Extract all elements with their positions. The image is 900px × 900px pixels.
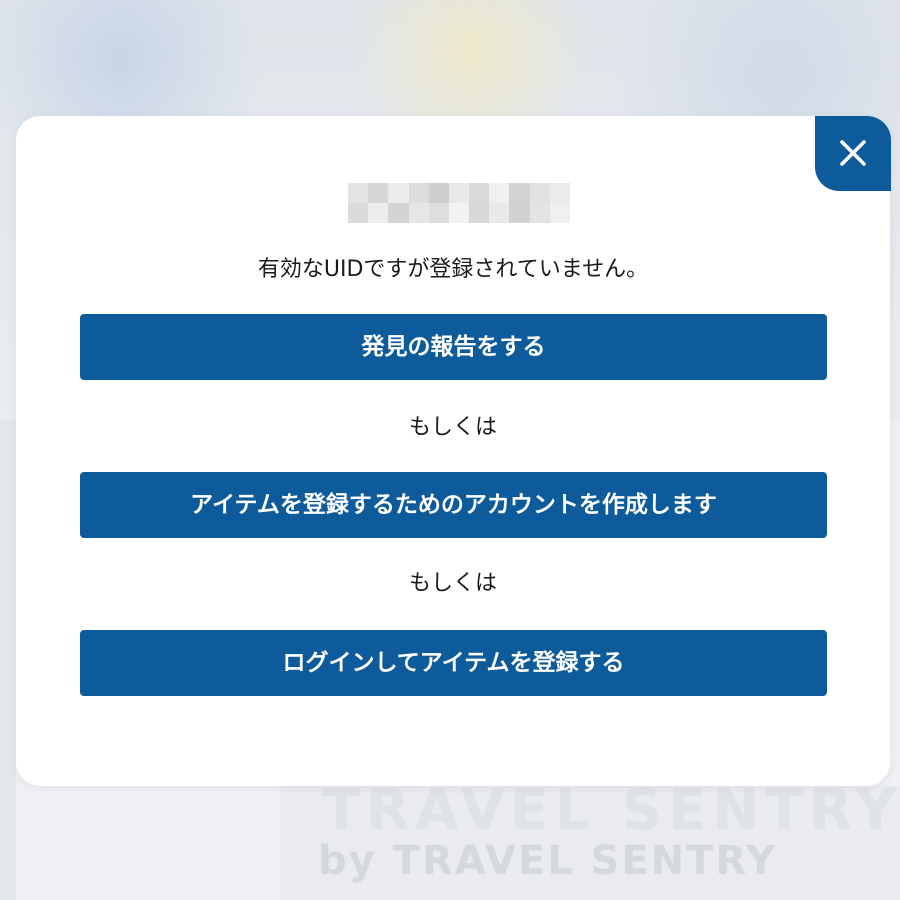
redaction-cell bbox=[368, 203, 389, 223]
redaction-cell bbox=[368, 183, 389, 203]
redaction-cell bbox=[388, 203, 409, 223]
redaction-cell bbox=[469, 183, 490, 203]
uid-redacted-value bbox=[348, 183, 570, 223]
close-button[interactable] bbox=[815, 116, 891, 191]
status-message: 有効なUIDですが登録されていません。 bbox=[257, 257, 649, 282]
create-account-button[interactable]: アイテムを登録するためのアカウントを作成します bbox=[80, 472, 827, 538]
close-icon bbox=[840, 140, 866, 166]
redaction-cell bbox=[529, 203, 550, 223]
redaction-cell bbox=[428, 203, 449, 223]
redaction-cell bbox=[549, 203, 570, 223]
redaction-cell bbox=[509, 203, 530, 223]
redaction-cell bbox=[448, 203, 470, 223]
redaction-cell bbox=[408, 183, 429, 203]
redaction-cell bbox=[489, 183, 510, 203]
login-register-button[interactable]: ログインしてアイテムを登録する bbox=[80, 630, 827, 696]
redaction-cell bbox=[408, 203, 429, 223]
redaction-cell bbox=[388, 183, 409, 203]
separator-text: もしくは bbox=[408, 571, 497, 596]
redaction-cell bbox=[529, 183, 550, 203]
redaction-cell bbox=[448, 183, 470, 203]
background-brand-text: by TRAVEL SENTRY bbox=[318, 838, 778, 884]
redaction-cell bbox=[348, 203, 369, 223]
redaction-cell bbox=[549, 183, 570, 203]
background-brand-logo: TRAVEL SENTRY bbox=[322, 778, 900, 843]
redaction-cell bbox=[509, 183, 530, 203]
redaction-cell bbox=[469, 203, 490, 223]
redaction-cell bbox=[348, 183, 369, 203]
separator-text: もしくは bbox=[408, 415, 497, 440]
redaction-cell bbox=[428, 183, 449, 203]
redaction-cell bbox=[489, 203, 510, 223]
report-found-button[interactable]: 発見の報告をする bbox=[80, 314, 827, 380]
background-strip bbox=[0, 420, 16, 900]
